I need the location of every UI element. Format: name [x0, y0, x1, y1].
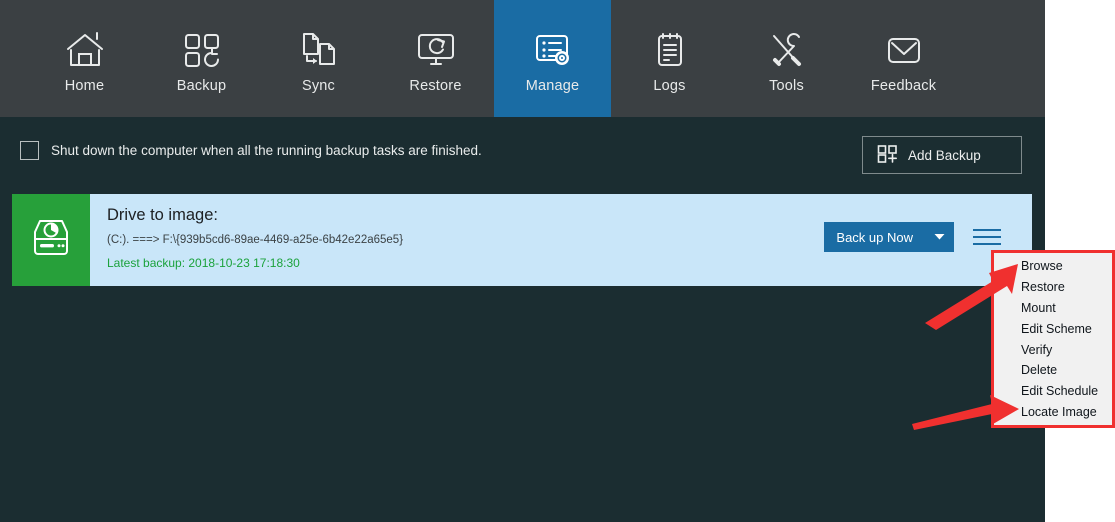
logs-icon — [644, 24, 696, 76]
add-backup-icon — [877, 144, 899, 167]
nav-item-feedback[interactable]: Feedback — [845, 0, 962, 117]
nav-item-backup[interactable]: Backup — [143, 0, 260, 117]
chevron-down-icon[interactable] — [924, 222, 954, 252]
backup-icon — [176, 24, 228, 76]
nav-label-tools: Tools — [769, 77, 804, 94]
nav-label-sync: Sync — [301, 77, 336, 94]
menu-item-restore[interactable]: Restore — [994, 277, 1112, 298]
hamburger-line — [973, 229, 1001, 231]
nav-label-backup: Backup — [176, 77, 227, 94]
restore-icon — [410, 24, 462, 76]
nav-item-sync[interactable]: Sync — [260, 0, 377, 117]
nav-label-manage: Manage — [525, 77, 580, 94]
manage-icon — [527, 24, 579, 76]
menu-item-browse[interactable]: Browse — [994, 256, 1112, 277]
shutdown-checkbox[interactable] — [20, 141, 39, 160]
menu-item-mount[interactable]: Mount — [994, 298, 1112, 319]
tools-icon — [761, 24, 813, 76]
nav-item-logs[interactable]: Logs — [611, 0, 728, 117]
add-backup-label: Add Backup — [908, 147, 981, 163]
hamburger-line — [973, 236, 1001, 238]
task-type-icon-box — [12, 194, 90, 286]
feedback-icon — [878, 24, 930, 76]
menu-item-delete[interactable]: Delete — [994, 360, 1112, 381]
application-window: Home Backup Sync Restore Manage Logs Too… — [0, 0, 1115, 522]
hamburger-line — [973, 243, 1001, 245]
backup-now-label: Back up Now — [836, 229, 913, 245]
backup-task-card[interactable]: Drive to image: (C:). ===> F:\{939b5cd6-… — [12, 194, 1032, 286]
menu-item-locate-image[interactable]: Locate Image — [994, 402, 1112, 423]
shutdown-option-row: Shut down the computer when all the runn… — [20, 141, 482, 160]
hard-drive-icon — [26, 215, 76, 266]
nav-item-tools[interactable]: Tools — [728, 0, 845, 117]
backup-now-button[interactable]: Back up Now — [824, 222, 954, 252]
add-backup-button[interactable]: Add Backup — [862, 136, 1022, 174]
nav-label-feedback: Feedback — [870, 77, 937, 94]
menu-item-edit-schedule[interactable]: Edit Schedule — [994, 381, 1112, 402]
main-toolbar: Home Backup Sync Restore Manage Logs Too… — [0, 0, 1045, 117]
sync-icon — [293, 24, 345, 76]
nav-item-manage[interactable]: Manage — [494, 0, 611, 117]
task-context-menu: Browse Restore Mount Edit Scheme Verify … — [991, 250, 1115, 428]
home-icon — [59, 24, 111, 76]
nav-label-logs: Logs — [653, 77, 686, 94]
task-latest-backup: Latest backup: 2018-10-23 17:18:30 — [107, 256, 300, 270]
task-menu-button[interactable] — [973, 222, 1003, 252]
task-details: Drive to image: (C:). ===> F:\{939b5cd6-… — [90, 194, 1032, 286]
nav-item-home[interactable]: Home — [26, 0, 143, 117]
shutdown-label: Shut down the computer when all the runn… — [51, 143, 482, 158]
nav-label-home: Home — [64, 77, 105, 94]
nav-label-restore: Restore — [409, 77, 462, 94]
menu-item-edit-scheme[interactable]: Edit Scheme — [994, 318, 1112, 339]
menu-item-verify[interactable]: Verify — [994, 339, 1112, 360]
nav-item-restore[interactable]: Restore — [377, 0, 494, 117]
